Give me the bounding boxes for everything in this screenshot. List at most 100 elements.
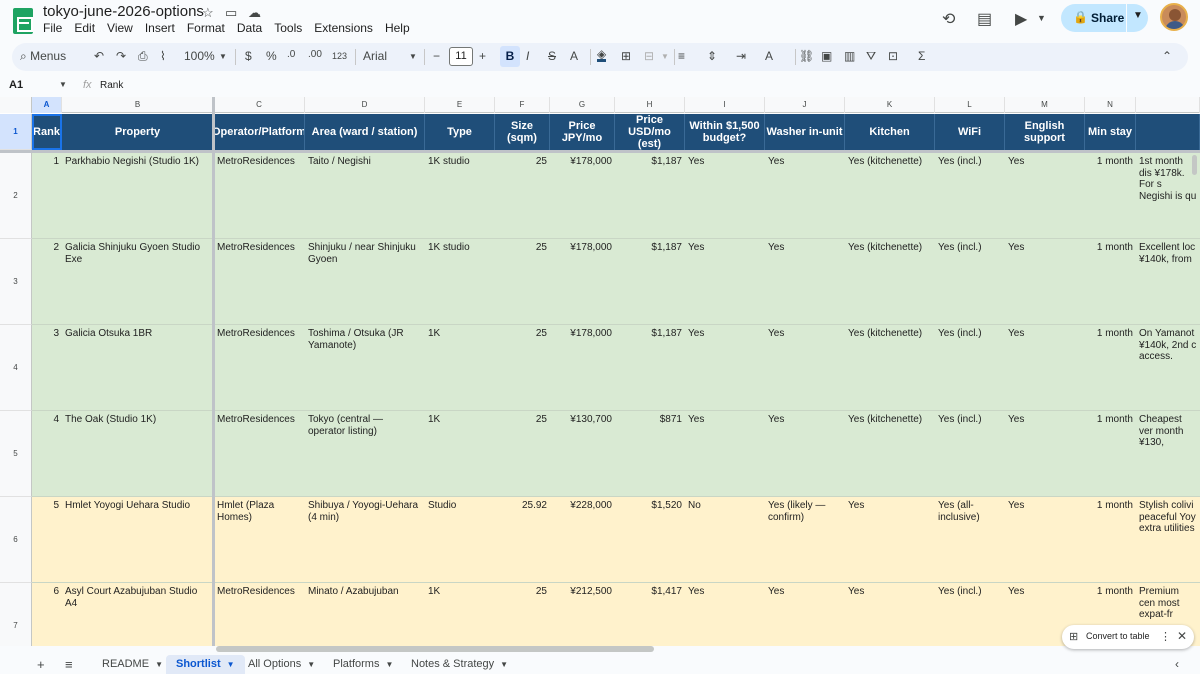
cell-property[interactable]: Hmlet Yoyogi Uehara Studio <box>65 500 211 512</box>
cell-jpy[interactable]: ¥178,000 <box>553 242 612 254</box>
cell-operator[interactable]: MetroResidences <box>217 328 302 340</box>
cell-area[interactable]: Shinjuku / near Shinjuku Gyoen <box>308 242 422 265</box>
version-history-icon[interactable]: ⟲ <box>942 9 955 29</box>
cell-wifi[interactable]: Yes (incl.) <box>938 586 1002 598</box>
cell-rank[interactable]: 4 <box>35 414 59 426</box>
header-cell-6[interactable]: Size (sqm) <box>495 114 550 150</box>
column-header-c[interactable]: C <box>214 97 305 113</box>
font-select[interactable]: Arial <box>363 49 387 63</box>
more-options-icon[interactable]: ⋮ <box>1160 630 1171 643</box>
cell-budget[interactable]: Yes <box>688 414 762 426</box>
decrease-decimal-button[interactable]: .0 <box>287 49 295 60</box>
add-sheet-icon[interactable]: + <box>37 657 45 672</box>
borders-icon[interactable]: ⊞ <box>621 49 631 63</box>
chevron-down-icon[interactable]: ▼ <box>1133 10 1143 21</box>
cell-budget[interactable]: Yes <box>688 156 762 168</box>
cell-area[interactable]: Taito / Negishi <box>308 156 422 168</box>
cell-kitchen[interactable]: Yes (kitchenette) <box>848 414 932 426</box>
sheet-tab-chevron-icon[interactable]: ▼ <box>155 660 163 669</box>
paint-format-icon[interactable]: ⌇ <box>160 49 166 63</box>
row-header-7[interactable]: 7 <box>0 583 32 646</box>
fill-color-icon[interactable]: ◈ <box>597 48 607 62</box>
cell-wifi[interactable]: Yes (incl.) <box>938 156 1002 168</box>
cell-property[interactable]: Galicia Shinjuku Gyoen Studio Exe <box>65 242 211 265</box>
cell-notes[interactable]: Excellent loc ¥140k, from <box>1139 242 1197 265</box>
cell-minstay[interactable]: 1 month <box>1088 586 1133 598</box>
cell-notes[interactable]: Premium cen most expat-fr <box>1139 586 1197 621</box>
row-header-4[interactable]: 4 <box>0 325 32 411</box>
sheet-tab-chevron-icon[interactable]: ▼ <box>500 660 508 669</box>
meet-icon[interactable]: ▶ <box>1015 9 1027 29</box>
vertical-scrollbar[interactable] <box>1192 155 1197 175</box>
cell-type[interactable]: 1K studio <box>428 156 492 168</box>
font-size-input[interactable]: 11 <box>449 47 473 66</box>
sheet-tab-shortlist[interactable]: Shortlist ▼ <box>166 655 245 674</box>
cell-english[interactable]: Yes <box>1008 500 1082 512</box>
increase-decimal-button[interactable]: .00 <box>308 49 322 60</box>
sheet-tab-readme[interactable]: README ▼ <box>92 655 173 674</box>
share-button[interactable]: 🔒 Share ▼ <box>1061 4 1148 32</box>
cell-washer[interactable]: Yes <box>768 156 842 168</box>
cell-budget[interactable]: Yes <box>688 586 762 598</box>
currency-format-button[interactable]: $ <box>245 49 252 63</box>
row-header-6[interactable]: 6 <box>0 497 32 583</box>
frozen-row-divider[interactable] <box>0 150 1200 153</box>
row-header-5[interactable]: 5 <box>0 411 32 497</box>
menu-tools[interactable]: Tools <box>274 21 308 35</box>
menu-insert[interactable]: Insert <box>145 21 181 35</box>
cell-property[interactable]: Galicia Otsuka 1BR <box>65 328 211 340</box>
cell-area[interactable]: Tokyo (central — operator listing) <box>308 414 422 437</box>
cell-minstay[interactable]: 1 month <box>1088 156 1133 168</box>
cell-english[interactable]: Yes <box>1008 414 1082 426</box>
all-sheets-icon[interactable]: ≡ <box>65 657 73 672</box>
cell-usd[interactable]: $871 <box>618 414 682 426</box>
cell-budget[interactable]: Yes <box>688 328 762 340</box>
collapse-toolbar-icon[interactable]: ⌃ <box>1162 49 1172 63</box>
cell-size[interactable]: 25.92 <box>498 500 547 512</box>
column-header-g[interactable]: G <box>550 97 615 113</box>
cell-wifi[interactable]: Yes (all-inclusive) <box>938 500 1002 523</box>
sheet-tab-chevron-icon[interactable]: ▼ <box>307 660 315 669</box>
sheet-tab-all-options[interactable]: All Options ▼ <box>238 655 325 674</box>
cell-english[interactable]: Yes <box>1008 586 1082 598</box>
cell-type[interactable]: Studio <box>428 500 492 512</box>
header-cell-5[interactable]: Type <box>425 114 495 150</box>
cell-type[interactable]: 1K <box>428 586 492 598</box>
undo-icon[interactable]: ↶ <box>94 49 104 63</box>
filter-views-icon[interactable]: ⊡ <box>888 49 898 63</box>
cell-type[interactable]: 1K <box>428 328 492 340</box>
column-header-j[interactable]: J <box>765 97 845 113</box>
decrease-font-icon[interactable]: − <box>433 49 440 63</box>
cell-kitchen[interactable]: Yes (kitchenette) <box>848 156 932 168</box>
header-cell-14[interactable]: Min stay <box>1085 114 1136 150</box>
move-folder-icon[interactable]: ▭ <box>225 5 237 21</box>
cell-property[interactable]: Parkhabio Negishi (Studio 1K) <box>65 156 211 168</box>
cell-size[interactable]: 25 <box>498 586 547 598</box>
header-cell-9[interactable]: Within $1,500 budget? <box>685 114 765 150</box>
cell-wifi[interactable]: Yes (incl.) <box>938 328 1002 340</box>
header-cell-11[interactable]: Kitchen <box>845 114 935 150</box>
font-chevron-icon[interactable]: ▼ <box>409 52 417 61</box>
menu-help[interactable]: Help <box>385 21 416 35</box>
sheet-tab-platforms[interactable]: Platforms ▼ <box>323 655 403 674</box>
meet-dropdown-icon[interactable]: ▼ <box>1037 13 1046 23</box>
cell-wifi[interactable]: Yes (incl.) <box>938 242 1002 254</box>
cell-usd[interactable]: $1,417 <box>618 586 682 598</box>
name-box[interactable]: A1 <box>9 79 23 91</box>
cell-budget[interactable]: Yes <box>688 242 762 254</box>
bold-button[interactable]: B <box>500 46 520 67</box>
functions-icon[interactable]: Σ <box>918 49 925 63</box>
row-header-1[interactable]: 1 <box>0 114 32 150</box>
column-header-d[interactable]: D <box>305 97 425 113</box>
header-cell-3[interactable]: Operator/Platform <box>214 114 305 150</box>
row-header-3[interactable]: 3 <box>0 239 32 325</box>
italic-button[interactable]: I <box>526 49 529 63</box>
menus-search[interactable]: ⌕ Menus <box>20 49 66 64</box>
cell-area[interactable]: Shibuya / Yoyogi-Uehara (4 min) <box>308 500 422 523</box>
cell-property[interactable]: The Oak (Studio 1K) <box>65 414 211 426</box>
insert-link-icon[interactable]: ⛓ <box>799 49 814 63</box>
merge-chevron-icon[interactable]: ▼ <box>661 52 669 61</box>
header-cell-13[interactable]: English support <box>1005 114 1085 150</box>
text-wrap-icon[interactable]: ⇥ <box>736 49 746 63</box>
column-header-m[interactable]: M <box>1005 97 1085 113</box>
